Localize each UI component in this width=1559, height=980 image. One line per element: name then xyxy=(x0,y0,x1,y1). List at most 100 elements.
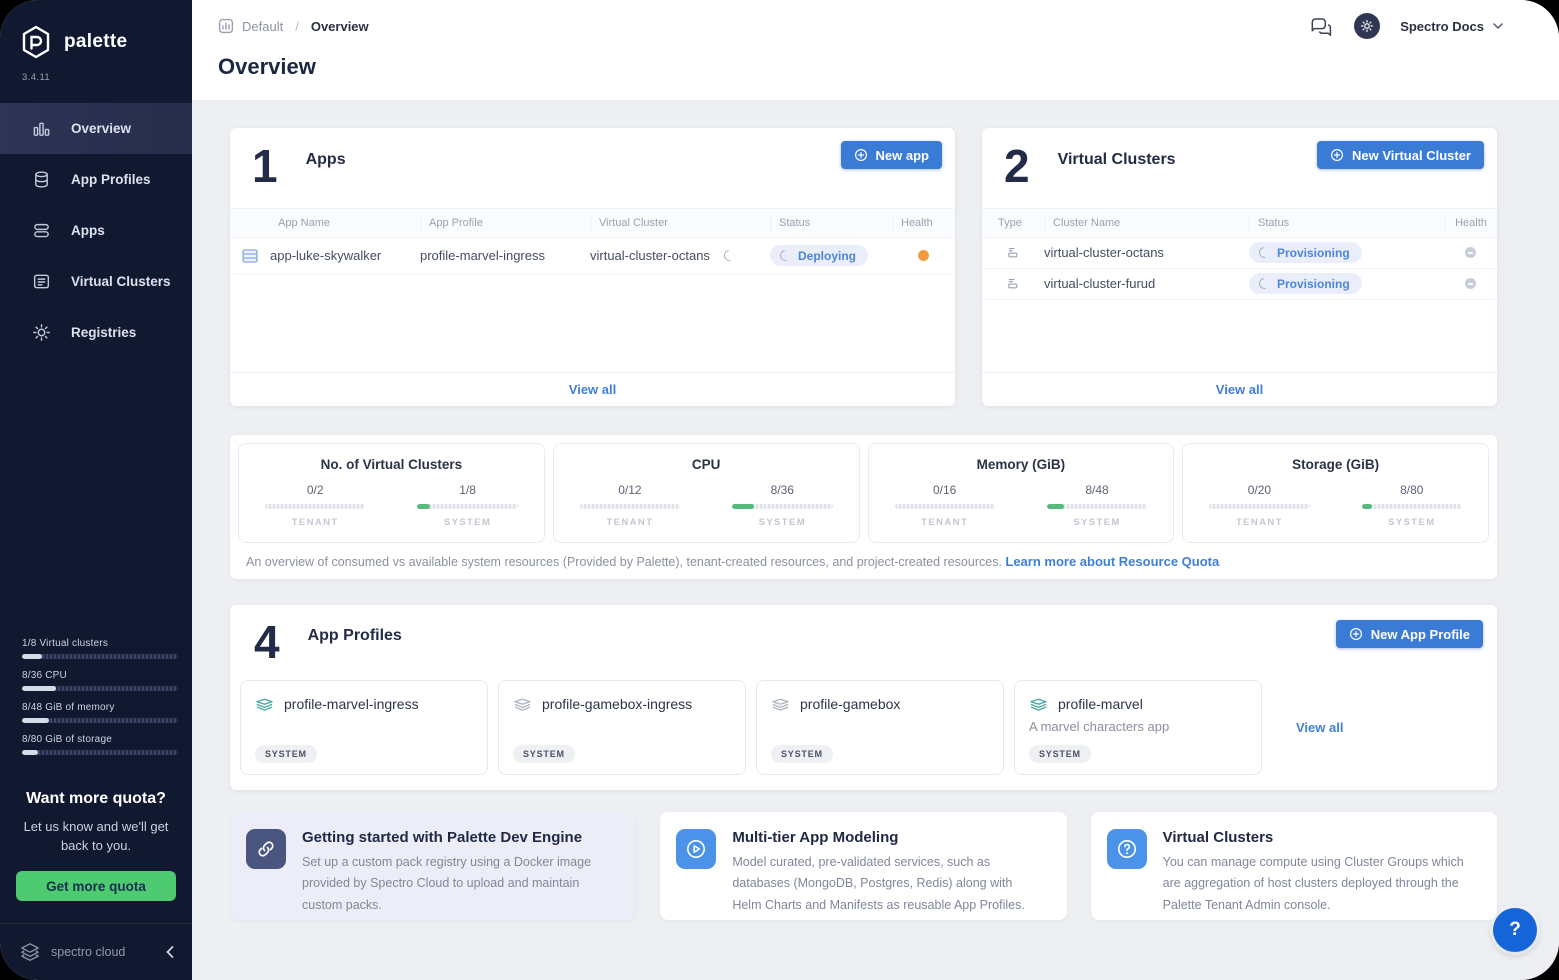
profiles-count: 4 xyxy=(254,617,280,668)
palette-logo-icon xyxy=(18,24,54,60)
breadcrumb: Default / Overview Spectro Docs xyxy=(218,14,1503,38)
system-badge: SYSTEM xyxy=(513,745,575,763)
info-card-body: You can manage compute using Cluster Gro… xyxy=(1163,852,1475,916)
cluster-type-icon xyxy=(982,245,1044,260)
info-card-virtual-clusters[interactable]: Virtual Clusters You can manage compute … xyxy=(1091,812,1497,920)
breadcrumb-project[interactable]: Default xyxy=(218,18,283,34)
collapse-sidebar-icon[interactable] xyxy=(166,946,174,958)
profile-name: profile-marvel xyxy=(1058,696,1143,712)
app-profiles-card: 4 App Profiles New App Profile profile-m xyxy=(230,605,1497,790)
sidebar-item-virtual-clusters[interactable]: Virtual Clusters xyxy=(0,256,192,307)
resource-quota-link[interactable]: Learn more about Resource Quota xyxy=(1005,554,1219,569)
circle-plus-icon xyxy=(854,148,868,162)
sidebar-item-overview[interactable]: Overview xyxy=(0,103,192,154)
profile-card[interactable]: profile-marvel-ingress SYSTEM xyxy=(240,680,488,775)
help-button[interactable]: ? xyxy=(1493,908,1537,952)
sidebar: palette 3.4.11 Overview App Profiles Ap xyxy=(0,0,192,980)
tenant-label: TENANT xyxy=(1183,517,1335,528)
apps-view-all-link[interactable]: View all xyxy=(569,382,616,397)
app-table-row[interactable]: app-luke-skywalker profile-marvel-ingres… xyxy=(230,238,955,275)
app-cluster: virtual-cluster-octans xyxy=(590,248,710,263)
profile-stack-icon xyxy=(513,697,532,711)
profile-card[interactable]: profile-gamebox SYSTEM xyxy=(756,680,1004,775)
play-circle-icon xyxy=(676,829,716,869)
gear-icon xyxy=(1360,19,1374,33)
cluster-table-row[interactable]: virtual-cluster-furud Provisioning xyxy=(982,269,1497,300)
circle-plus-icon xyxy=(1330,148,1344,162)
app-name: app-luke-skywalker xyxy=(270,248,420,263)
system-bar xyxy=(732,504,832,509)
sidebar-item-label: App Profiles xyxy=(71,172,151,187)
cluster-table-row[interactable]: virtual-cluster-octans Provisioning xyxy=(982,238,1497,269)
system-value: 8/48 xyxy=(1021,483,1173,497)
profiles-view-all-link[interactable]: View all xyxy=(1296,720,1343,735)
system-bar xyxy=(1047,504,1147,509)
info-card-body: Model curated, pre-validated services, s… xyxy=(732,852,1044,916)
info-card-title: Multi-tier App Modeling xyxy=(732,829,1044,846)
settings-gear-button[interactable] xyxy=(1354,13,1380,39)
profile-card[interactable]: profile-marvel A marvel characters app S… xyxy=(1014,680,1262,775)
circle-plus-icon xyxy=(1349,627,1363,641)
col-health: Health xyxy=(892,215,955,231)
quota-card-cpu: CPU 0/12 TENANT 8/36 SYSTEM xyxy=(553,443,860,543)
top-bar: Default / Overview Spectro Docs xyxy=(192,0,1559,100)
sidebar-item-registries[interactable]: Registries xyxy=(0,307,192,358)
col-app-profile: App Profile xyxy=(420,215,590,231)
app-table-icon xyxy=(230,247,270,265)
info-card-body: Set up a custom pack registry using a Do… xyxy=(302,852,614,916)
quota-card-virtual-clusters: No. of Virtual Clusters 0/2 TENANT 1/8 S… xyxy=(238,443,545,543)
usage-bar xyxy=(22,686,178,691)
clusters-view-all-link[interactable]: View all xyxy=(1216,382,1263,397)
get-more-quota-button[interactable]: Get more quota xyxy=(16,871,176,901)
profile-name: profile-marvel-ingress xyxy=(284,696,419,712)
sidebar-item-label: Apps xyxy=(71,223,105,238)
tenant-value: 0/16 xyxy=(869,483,1021,497)
clusters-table: Type Cluster Name Status Health virtual-… xyxy=(982,208,1497,300)
tenant-value: 0/2 xyxy=(239,483,391,497)
health-dot xyxy=(918,250,929,261)
layers-icon xyxy=(32,221,51,240)
sidebar-item-label: Registries xyxy=(71,325,136,340)
spectro-docs-menu[interactable]: Spectro Docs xyxy=(1400,19,1503,34)
info-card-app-modeling[interactable]: Multi-tier App Modeling Model curated, p… xyxy=(660,812,1066,920)
quota-card-memory: Memory (GiB) 0/16 TENANT 8/48 SYSTEM xyxy=(868,443,1175,543)
col-cluster-name: Cluster Name xyxy=(1044,215,1249,231)
sidebar-item-apps[interactable]: Apps xyxy=(0,205,192,256)
new-app-profile-button[interactable]: New App Profile xyxy=(1336,620,1483,648)
profile-stack-icon xyxy=(255,697,274,711)
brand-logo: palette xyxy=(0,0,192,60)
sidebar-nav: Overview App Profiles Apps Virtual Clust… xyxy=(0,103,192,358)
sidebar-item-label: Virtual Clusters xyxy=(71,274,171,289)
status-badge: Deploying xyxy=(770,245,868,266)
usage-label: 8/48 GiB of memory xyxy=(22,702,178,713)
info-card-dev-engine[interactable]: Getting started with Palette Dev Engine … xyxy=(230,812,636,920)
tenant-bar xyxy=(895,504,995,509)
spectro-docs-label: Spectro Docs xyxy=(1400,19,1484,34)
quota-cta: Want more quota? Let us know and we'll g… xyxy=(0,766,192,901)
system-badge: SYSTEM xyxy=(1029,745,1091,763)
usage-label: 8/80 GiB of storage xyxy=(22,734,178,745)
system-bar xyxy=(417,504,517,509)
spinner-icon xyxy=(722,248,737,263)
tenant-bar xyxy=(580,504,680,509)
usage-bar xyxy=(22,718,178,723)
spinner-icon xyxy=(1257,276,1272,291)
system-label: SYSTEM xyxy=(391,517,543,528)
database-icon xyxy=(32,170,51,189)
breadcrumb-page: Overview xyxy=(311,19,369,34)
link-icon xyxy=(246,829,286,869)
quota-note: An overview of consumed vs available sys… xyxy=(246,554,1481,569)
usage-memory: 8/48 GiB of memory xyxy=(22,702,178,723)
spectro-cloud-logo-icon xyxy=(18,942,42,962)
apps-table-header: App Name App Profile Virtual Cluster Sta… xyxy=(230,208,955,238)
sidebar-item-app-profiles[interactable]: App Profiles xyxy=(0,154,192,205)
feedback-chat-icon[interactable] xyxy=(1310,15,1334,37)
clusters-card-title: Virtual Clusters xyxy=(1058,151,1176,169)
page-title: Overview xyxy=(218,54,1503,80)
profile-card[interactable]: profile-gamebox-ingress SYSTEM xyxy=(498,680,746,775)
col-health: Health xyxy=(1444,215,1497,231)
new-app-button[interactable]: New app xyxy=(841,141,942,169)
clusters-table-header: Type Cluster Name Status Health xyxy=(982,208,1497,238)
new-virtual-cluster-button[interactable]: New Virtual Cluster xyxy=(1317,141,1484,169)
apps-count: 1 xyxy=(252,141,278,192)
